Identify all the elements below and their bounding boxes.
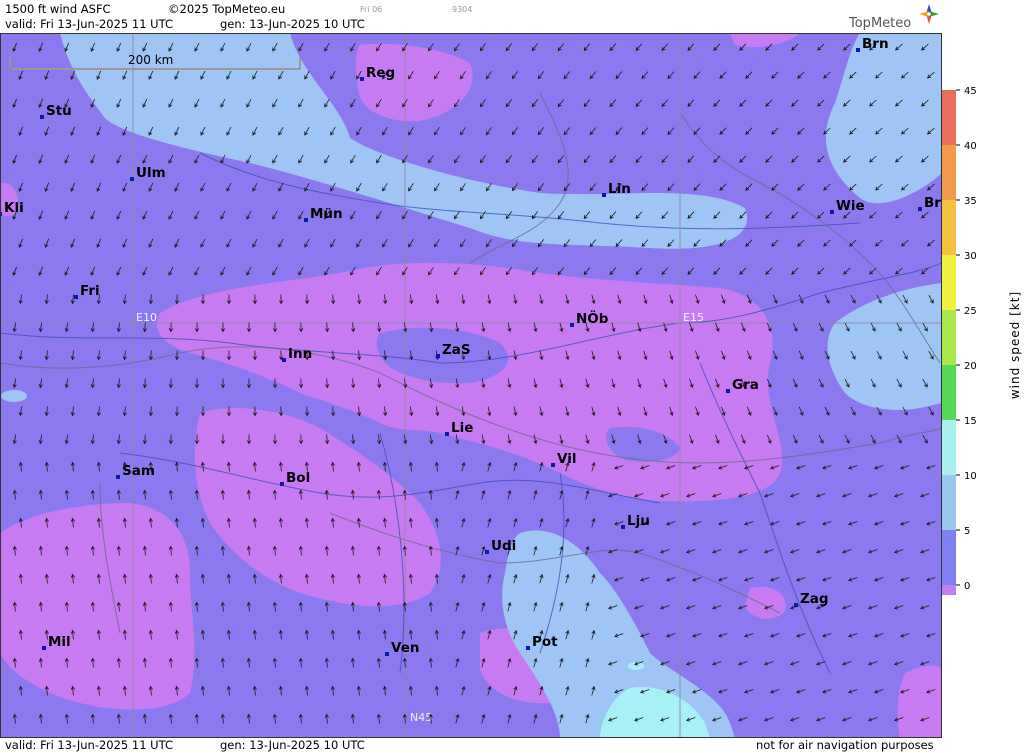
city-ulm: Ulm bbox=[130, 165, 166, 181]
city-marker bbox=[385, 652, 389, 656]
city-zas: ZaS bbox=[436, 342, 471, 358]
city-label: Stu bbox=[46, 103, 72, 119]
legend-swatch bbox=[942, 365, 956, 420]
city-wie: Wie bbox=[830, 198, 865, 214]
city-marker bbox=[621, 525, 625, 529]
wind-zone-small-west bbox=[1, 390, 27, 402]
generated-time: gen: 13-Jun-2025 10 UTC bbox=[220, 17, 365, 31]
scale-label: 200 km bbox=[128, 53, 173, 67]
city-marker bbox=[570, 323, 574, 327]
legend-swatch bbox=[942, 585, 956, 595]
city-label: Inn bbox=[288, 346, 312, 362]
city-label: Vil bbox=[557, 451, 576, 467]
city-label: Gra bbox=[732, 377, 759, 393]
city-sam: Sam bbox=[116, 463, 155, 479]
city-marker bbox=[726, 389, 730, 393]
city-label: Lju bbox=[627, 513, 650, 529]
city-label: Mil bbox=[48, 634, 71, 650]
city-label: Udi bbox=[491, 538, 516, 554]
city-label: NÖb bbox=[576, 309, 609, 327]
city-label: Lie bbox=[451, 420, 473, 436]
city-label: Sam bbox=[122, 463, 155, 479]
city-reg: Reg bbox=[360, 65, 395, 81]
copyright: ©2025 TopMeteo.eu bbox=[168, 2, 286, 16]
wind-map[interactable]: E10 E15 N45 200 km BrnRegStuUlmLinMünKli… bbox=[0, 33, 942, 738]
city-nöb: NÖb bbox=[570, 309, 609, 327]
city-marker bbox=[42, 646, 46, 650]
legend-swatch bbox=[942, 145, 956, 200]
grid-label-e15: E15 bbox=[683, 311, 704, 324]
legend-swatch bbox=[942, 475, 956, 530]
city-label: Ven bbox=[391, 640, 419, 656]
city-marker bbox=[304, 218, 308, 222]
legend-tick-label: 25 bbox=[964, 306, 977, 317]
compass-star-icon bbox=[919, 4, 939, 24]
city-label: Br bbox=[924, 195, 941, 211]
city-label: Pot bbox=[532, 634, 558, 650]
legend-tick-label: 20 bbox=[964, 361, 977, 372]
city-label: Mün bbox=[310, 206, 343, 222]
legend-swatch bbox=[942, 90, 956, 145]
city-marker bbox=[602, 193, 606, 197]
city-marker bbox=[40, 115, 44, 119]
product-title: 1500 ft wind ASFC bbox=[5, 2, 111, 16]
city-mün: Mün bbox=[304, 206, 343, 222]
legend-tick-label: 5 bbox=[964, 526, 970, 537]
city-marker bbox=[445, 432, 449, 436]
logo-text: TopMeteo bbox=[848, 16, 911, 31]
city-marker bbox=[551, 463, 555, 467]
city-kli: Kli bbox=[0, 200, 24, 216]
city-marker bbox=[856, 48, 860, 52]
city-label: Reg bbox=[366, 65, 395, 81]
city-marker bbox=[130, 177, 134, 181]
legend-tick-label: 10 bbox=[964, 471, 977, 482]
legend-tick-label: 40 bbox=[964, 141, 977, 152]
legend-swatch bbox=[942, 200, 956, 255]
city-ven: Ven bbox=[385, 640, 419, 656]
city-marker bbox=[436, 354, 440, 358]
city-marker bbox=[526, 646, 530, 650]
city-marker bbox=[74, 295, 78, 299]
city-marker bbox=[485, 550, 489, 554]
city-label: Ulm bbox=[136, 165, 166, 181]
city-marker bbox=[360, 77, 364, 81]
city-label: Fri bbox=[80, 283, 100, 299]
city-marker bbox=[794, 603, 798, 607]
city-marker bbox=[116, 475, 120, 479]
city-label: Bol bbox=[286, 470, 310, 486]
city-label: Brn bbox=[862, 36, 889, 52]
map-code: 9304 bbox=[452, 5, 473, 14]
city-label: Kli bbox=[4, 200, 24, 216]
wind-speed-legend: 45 40 35 30 25 20 15 10 5 0 wind speed [kt] bbox=[942, 86, 1022, 595]
grid-label-e10: E10 bbox=[136, 311, 157, 324]
valid-time: valid: Fri 13-Jun-2025 11 UTC bbox=[5, 17, 173, 31]
footer-generated-time: gen: 13-Jun-2025 10 UTC bbox=[220, 738, 365, 752]
city-label: Wie bbox=[836, 198, 865, 214]
wind-zone-violet-sw bbox=[0, 503, 195, 710]
legend-title: wind speed [kt] bbox=[1008, 291, 1022, 399]
city-marker bbox=[830, 210, 834, 214]
topmeteo-logo: TopMeteo bbox=[848, 4, 939, 31]
city-marker bbox=[918, 207, 922, 211]
city-label: Lin bbox=[608, 181, 631, 197]
legend-swatch bbox=[942, 255, 956, 310]
run-tag: Fri 06 bbox=[360, 5, 383, 14]
legend-tick-label: 15 bbox=[964, 416, 977, 427]
footer-valid-time: valid: Fri 13-Jun-2025 11 UTC bbox=[5, 738, 173, 752]
legend-tick-label: 0 bbox=[964, 581, 970, 592]
wind-zone-violet-far-se bbox=[897, 665, 942, 738]
city-zag: Zag bbox=[794, 591, 829, 607]
legend-tick-label: 45 bbox=[964, 86, 977, 97]
footer-disclaimer: not for air navigation purposes bbox=[756, 738, 934, 752]
legend-tick-label: 35 bbox=[964, 196, 977, 207]
city-label: ZaS bbox=[442, 342, 471, 358]
city-marker bbox=[282, 358, 286, 362]
city-marker bbox=[280, 482, 284, 486]
legend-tick-label: 30 bbox=[964, 251, 977, 262]
legend-swatch bbox=[942, 530, 956, 585]
city-label: Zag bbox=[800, 591, 829, 607]
legend-swatch bbox=[942, 310, 956, 365]
legend-swatch bbox=[942, 420, 956, 475]
